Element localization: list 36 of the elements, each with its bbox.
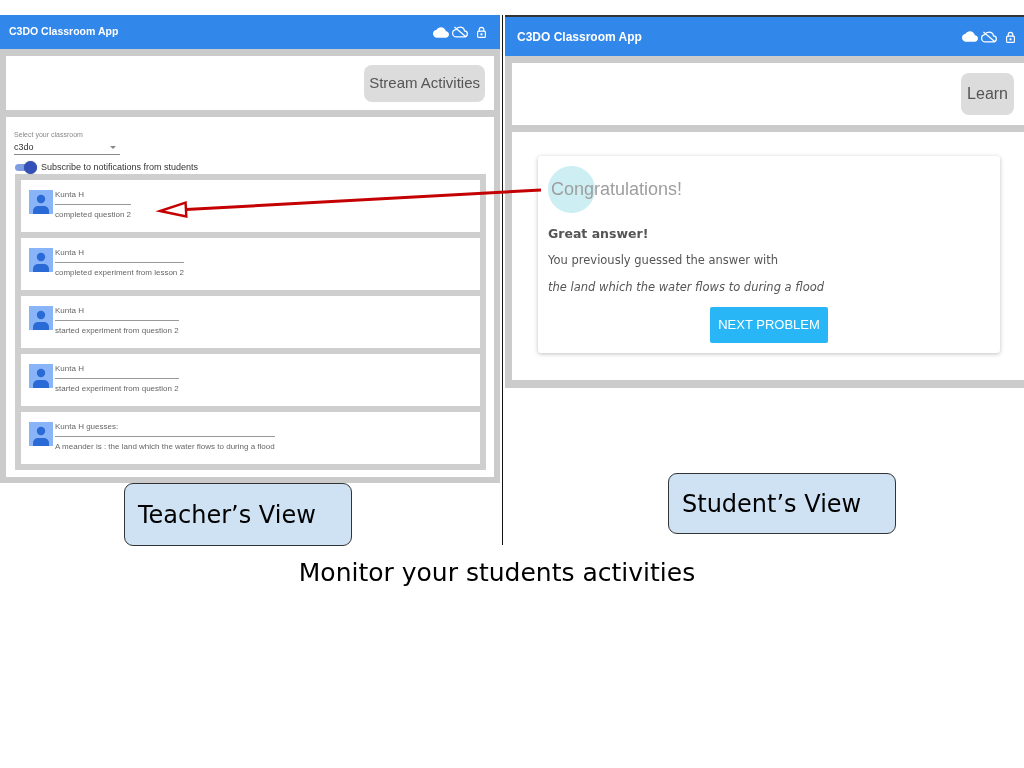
toggle-switch[interactable] <box>15 161 37 174</box>
avatar-icon <box>29 248 53 272</box>
activity-text: started experiment from question 2 <box>55 384 179 394</box>
caret-icon <box>110 146 116 149</box>
student-name: Kunta H <box>55 364 84 374</box>
student-name: Kunta H <box>55 306 84 316</box>
activity-text: completed question 2 <box>55 210 132 220</box>
student-name: Kunta H guesses: <box>55 422 119 432</box>
toggle-label: Subscribe to notifications from students <box>41 160 199 174</box>
slide-caption: Monitor your students activities <box>298 557 696 589</box>
result-message: You previously guessed the answer with <box>548 253 779 268</box>
crossed-cloud-icon[interactable] <box>452 26 468 38</box>
app-title: C3DO Classroom App <box>517 28 642 46</box>
avatar-icon <box>29 190 53 214</box>
avatar-icon <box>29 364 53 388</box>
crossed-cloud-icon[interactable] <box>981 30 997 43</box>
avatar-icon <box>29 422 53 446</box>
view-label: Student’s View <box>668 473 896 534</box>
learn-button[interactable]: Learn <box>961 73 1014 115</box>
activity-text: A meander is : the land which the water flows to during a flood <box>55 442 275 452</box>
app-title: C3DO Classroom App <box>9 24 119 40</box>
stream-activities-button[interactable]: Stream Activities <box>364 64 485 102</box>
student-name: Kunta H <box>55 190 84 200</box>
cloud-icon[interactable] <box>433 26 449 38</box>
result-subheading: Great answer! <box>548 226 649 241</box>
cloud-icon[interactable] <box>962 31 978 42</box>
avatar-icon <box>29 306 53 330</box>
result-heading: Congratulations! <box>548 166 684 213</box>
activity-text: completed experiment from lesson 2 <box>55 268 184 278</box>
guessed-answer: the land which the water flows to during a flood <box>548 280 825 295</box>
lock-icon[interactable] <box>477 26 486 38</box>
student-name: Kunta H <box>55 248 84 258</box>
view-label: Teacher’s View <box>124 483 352 546</box>
classroom-select[interactable]: c3do <box>14 141 120 155</box>
activity-text: started experiment from question 2 <box>55 326 179 336</box>
lock-icon[interactable] <box>1006 30 1015 43</box>
